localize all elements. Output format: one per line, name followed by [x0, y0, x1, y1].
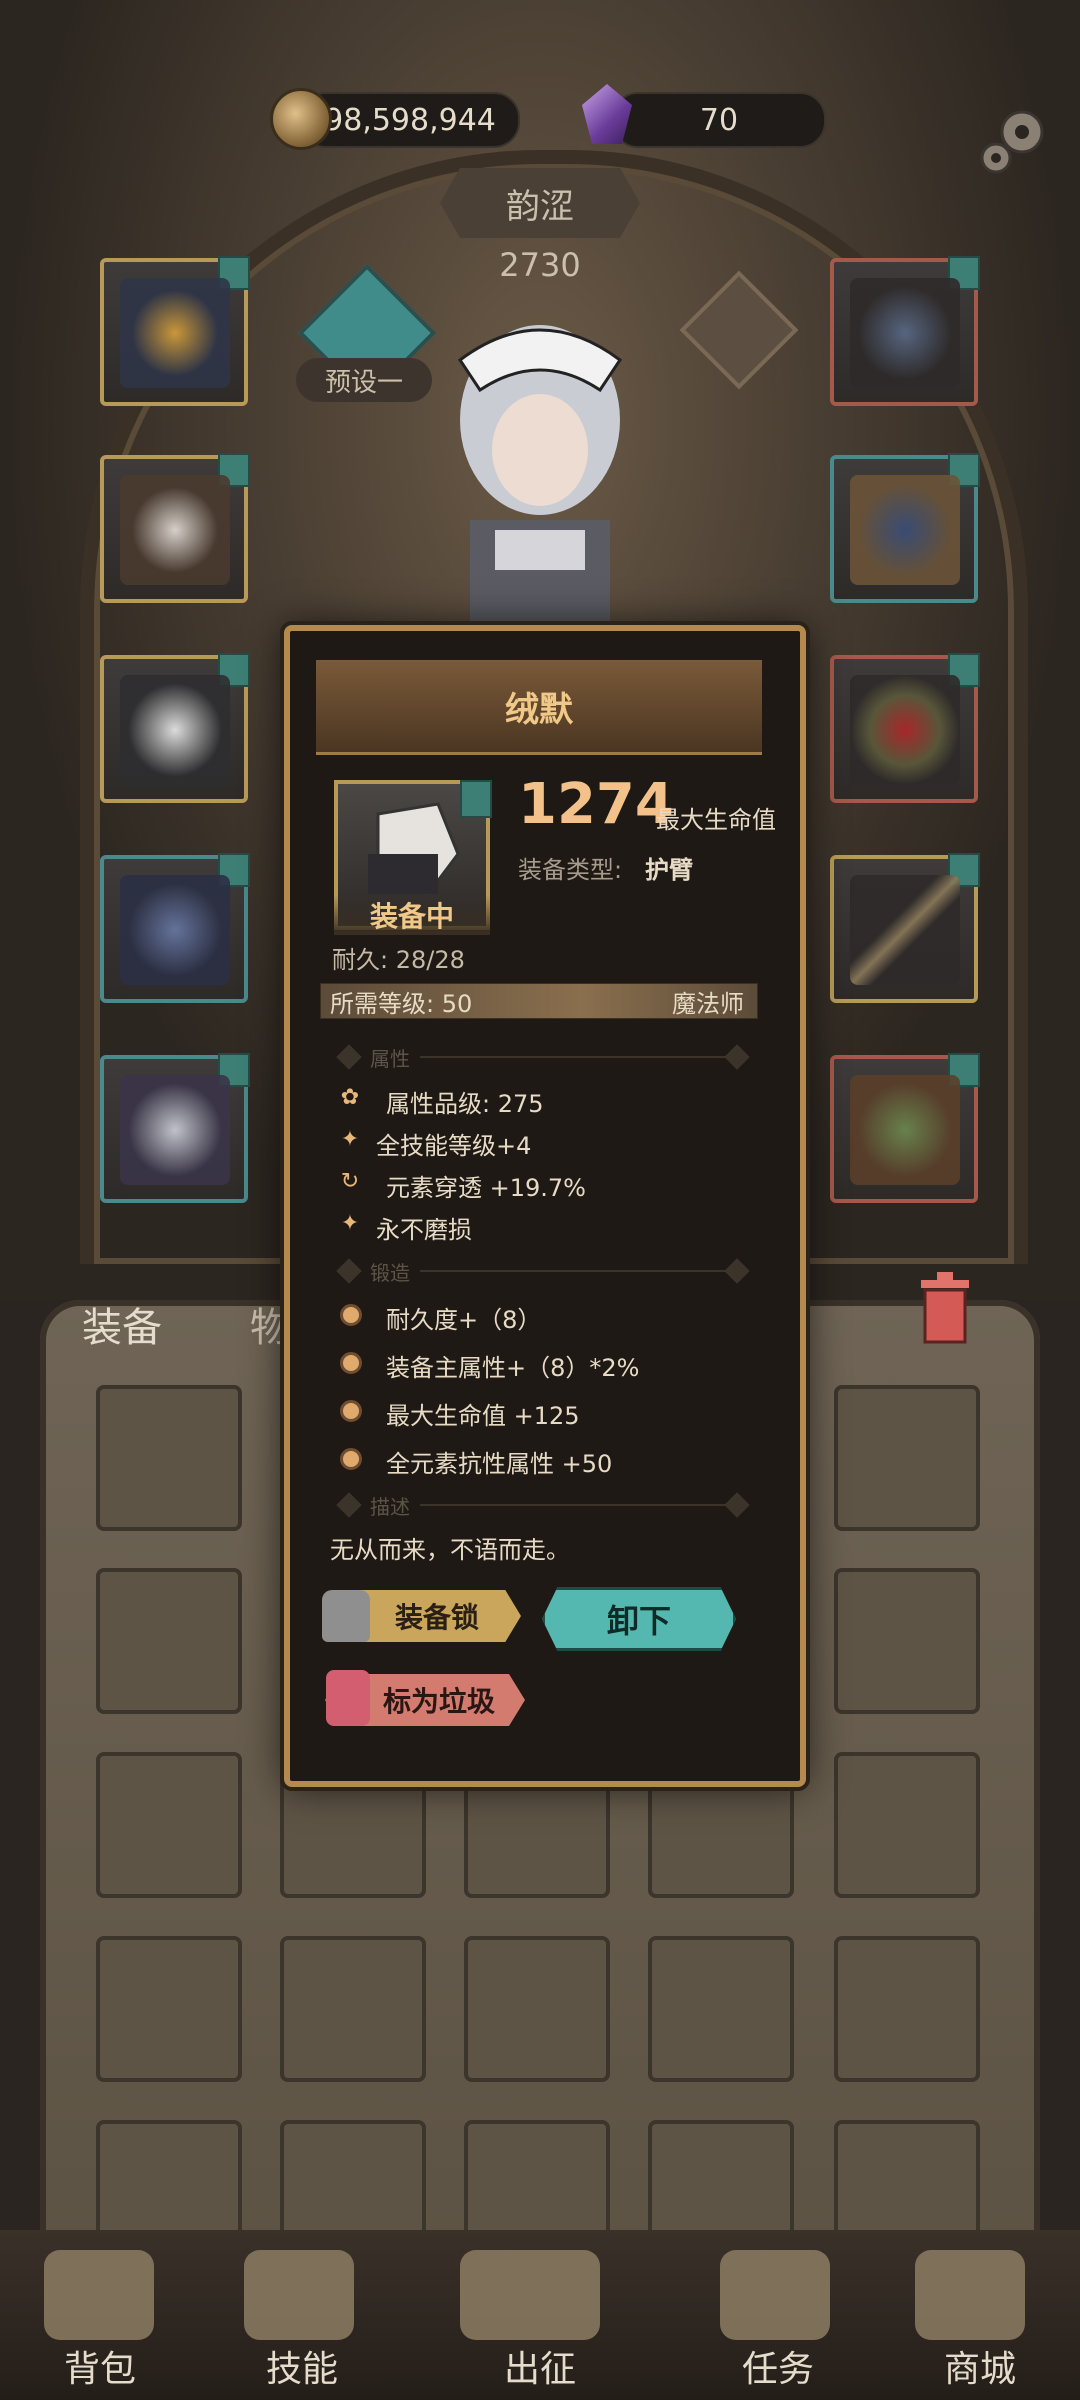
section-line	[420, 1270, 730, 1272]
section-attributes: 属性	[370, 1047, 410, 1071]
unequip-button[interactable]: 卸下	[542, 1587, 736, 1651]
character-portrait	[457, 325, 623, 660]
attribute-row: 全技能等级+4	[376, 1132, 532, 1160]
expedition-icon[interactable]	[460, 2250, 600, 2340]
boots-icon	[120, 1075, 230, 1185]
character-power: 2730	[440, 235, 640, 295]
bag-slot[interactable]	[648, 1936, 794, 2082]
belt-icon	[120, 875, 230, 985]
book-icon	[850, 1075, 960, 1185]
preset-label: 预设一	[324, 367, 403, 398]
equipped-tag-text: 装备中	[369, 900, 454, 933]
bag-slot[interactable]	[834, 1385, 980, 1531]
forge-row: 全元素抗性属性 +50	[386, 1450, 613, 1478]
unequip-label: 卸下	[606, 1602, 671, 1640]
section-description: 描述	[370, 1495, 410, 1519]
section-forge: 锻造	[370, 1261, 410, 1285]
bag-slot[interactable]	[96, 1385, 242, 1531]
necklace-icon	[850, 278, 960, 388]
forge-dot-icon	[340, 1448, 362, 1470]
equip-slot-ring[interactable]	[830, 653, 980, 803]
skill-book-icon[interactable]	[244, 2250, 354, 2340]
trash-icon[interactable]	[915, 1270, 975, 1346]
item-description: 无从而来，不语而走。	[330, 1536, 570, 1564]
forge-dot-icon	[340, 1400, 362, 1422]
item-badge-icon	[460, 780, 492, 818]
forge-row: 装备主属性+（8）*2%	[386, 1354, 640, 1382]
durability: 耐久: 28/28	[332, 946, 465, 974]
gem-counter: 70	[612, 92, 826, 148]
forge-row: 最大生命值 +125	[386, 1402, 580, 1430]
forge-dot-icon	[340, 1304, 362, 1326]
section-line	[420, 1504, 730, 1506]
ring-icon	[850, 675, 960, 785]
nav-quests[interactable]: 任务	[698, 2340, 858, 2392]
quest-horn-icon[interactable]	[720, 2250, 830, 2340]
lantern-icon	[326, 1670, 370, 1726]
bracer-icon	[120, 675, 230, 785]
equip-slot-bracer[interactable]	[100, 653, 250, 803]
forge-dot-icon	[340, 1352, 362, 1374]
bag-slot[interactable]	[96, 1936, 242, 2082]
equip-slot-offhand[interactable]	[830, 453, 980, 603]
required-level: 所需等级: 50	[330, 990, 473, 1018]
mark-junk-label: 标为垃圾	[382, 1685, 495, 1718]
equip-slot-belt[interactable]	[100, 853, 250, 1003]
item-name: 绒默	[505, 689, 573, 730]
nav-skills[interactable]: 技能	[222, 2340, 382, 2392]
bag-slot[interactable]	[280, 1936, 426, 2082]
gold-coin-icon	[270, 88, 332, 150]
equip-type-value: 护臂	[645, 856, 693, 884]
nav-expedition[interactable]: 出征	[460, 2340, 620, 2392]
gold-counter: 98,598,944	[300, 92, 520, 148]
sparkle-icon: ✦	[340, 1127, 360, 1152]
forge-row: 耐久度+（8）	[386, 1306, 542, 1334]
shop-crest-icon[interactable]	[915, 2250, 1025, 2340]
equipped-tag: 装备中	[334, 895, 490, 935]
section-line	[420, 1056, 730, 1058]
character-power-text: 2730	[499, 246, 581, 284]
equip-slot-helmet[interactable]	[100, 256, 250, 406]
bag-slot[interactable]	[834, 1568, 980, 1714]
bag-slot[interactable]	[834, 1752, 980, 1898]
armor-icon	[120, 475, 230, 585]
weapon-icon	[850, 875, 960, 985]
equip-slot-armor[interactable]	[100, 453, 250, 603]
helmet-icon	[120, 278, 230, 388]
equip-slot-book[interactable]	[830, 1053, 980, 1203]
required-class: 魔法师	[672, 990, 744, 1018]
main-stat-name: 最大生命值	[656, 806, 776, 834]
equip-slot-boots[interactable]	[100, 1053, 250, 1203]
bag-slot[interactable]	[96, 1752, 242, 1898]
lock-icon	[322, 1590, 370, 1642]
attribute-row: 属性品级: 275	[386, 1090, 544, 1118]
attribute-row: 永不磨损	[376, 1216, 472, 1244]
item-name-header: 绒默	[316, 660, 762, 755]
offhand-icon	[850, 475, 960, 585]
sparkle-icon: ✦	[340, 1211, 360, 1236]
equip-slot-necklace[interactable]	[830, 256, 980, 406]
equip-type-label: 装备类型:	[518, 856, 623, 884]
bag-slot[interactable]	[464, 1936, 610, 2082]
equip-slot-weapon[interactable]	[830, 853, 980, 1003]
cycle-icon: ↻	[340, 1169, 360, 1194]
tab-equipment[interactable]: 装备	[82, 1295, 162, 1353]
gem-amount: 70	[699, 102, 739, 138]
nav-backpack[interactable]: 背包	[20, 2340, 180, 2392]
character-name: 韵涩	[440, 168, 640, 238]
backpack-icon[interactable]	[44, 2250, 154, 2340]
bag-slot[interactable]	[96, 1568, 242, 1714]
attribute-row: 元素穿透 +19.7%	[386, 1174, 586, 1202]
gear-icon[interactable]	[972, 100, 1052, 180]
main-stat-value: 1274	[518, 772, 674, 837]
character-name-text: 韵涩	[506, 186, 574, 227]
gold-amount: 98,598,944	[324, 102, 496, 138]
bag-slot[interactable]	[834, 1936, 980, 2082]
lotus-icon: ✿	[340, 1085, 360, 1110]
nav-shop[interactable]: 商城	[900, 2340, 1060, 2392]
equipment-lock-label: 装备锁	[394, 1601, 479, 1634]
